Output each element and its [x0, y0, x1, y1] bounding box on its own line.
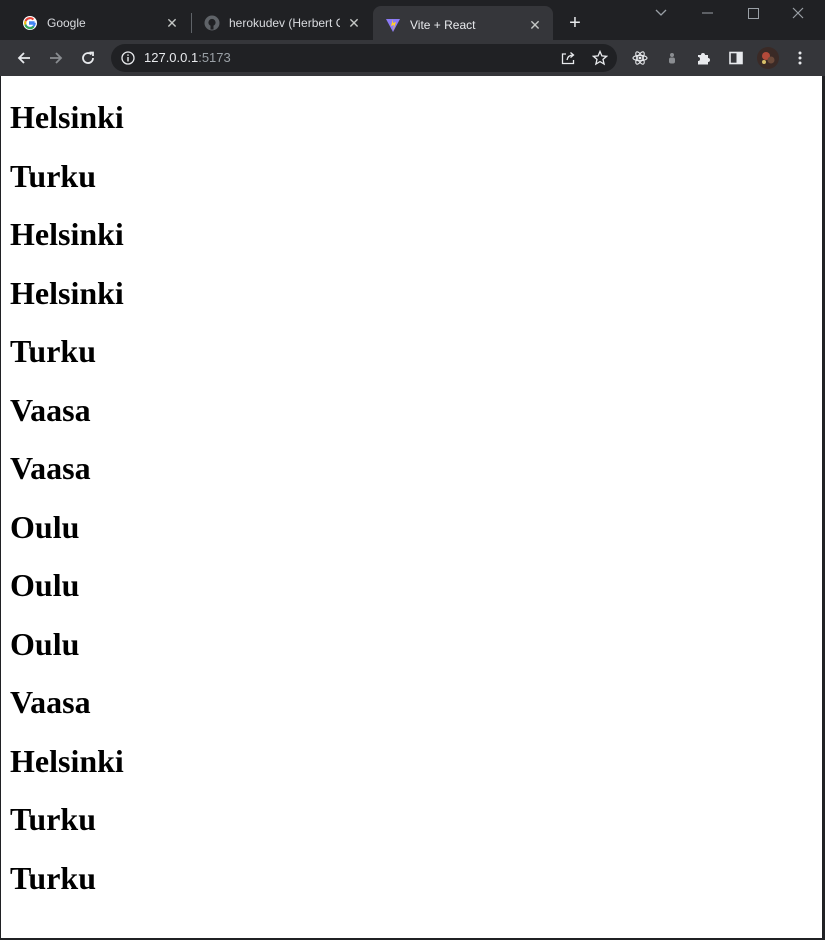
address-bar[interactable]: 127.0.0.1:5173 — [111, 44, 617, 72]
city-heading: Helsinki — [10, 99, 124, 135]
react-devtools-icon[interactable] — [628, 46, 652, 70]
city-heading: Vaasa — [10, 684, 91, 720]
city-heading: Vaasa — [10, 391, 91, 428]
tab-github[interactable]: herokudev (Herbert O ✕ — [192, 6, 372, 40]
city-heading: Helsinki — [10, 742, 124, 779]
city-heading: Oulu — [10, 567, 80, 603]
url-text: 127.0.0.1:5173 — [144, 50, 231, 65]
city-list: Helsinki Turku Helsinki Helsinki Turku V… — [1, 76, 822, 907]
avatar[interactable] — [756, 46, 780, 70]
city-heading: Helsinki — [10, 274, 124, 311]
minimize-icon[interactable] — [687, 0, 727, 26]
bookmark-star-icon[interactable] — [591, 49, 609, 66]
city-heading: Helsinki — [10, 216, 124, 252]
city-heading: Oulu — [10, 508, 80, 545]
city-heading: Vaasa — [10, 450, 91, 486]
tab-title: Google — [47, 16, 86, 30]
more-menu-icon[interactable] — [788, 46, 812, 70]
city-heading: Oulu — [10, 625, 80, 662]
new-tab-button[interactable]: + — [563, 11, 587, 35]
tab-title: Vite + React — [410, 18, 476, 32]
window-close-icon[interactable] — [778, 0, 818, 26]
close-icon[interactable]: ✕ — [527, 17, 543, 33]
city-heading: Turku — [10, 333, 96, 369]
url-host: 127.0.0.1 — [144, 50, 199, 65]
site-info-icon[interactable] — [121, 51, 135, 65]
maximize-icon[interactable] — [733, 0, 773, 26]
tab-strip: Google ✕ herokudev (Herbert O ✕ Vite + R… — [0, 0, 825, 44]
back-icon[interactable] — [12, 46, 36, 70]
page-content: Helsinki Turku Helsinki Helsinki Turku V… — [1, 76, 822, 938]
share-icon[interactable] — [560, 50, 576, 66]
close-icon[interactable]: ✕ — [346, 15, 362, 31]
browser-toolbar: 127.0.0.1:5173 — [0, 40, 825, 76]
city-heading: Turku — [10, 157, 96, 194]
forward-icon[interactable] — [44, 46, 68, 70]
tab-google[interactable]: Google ✕ — [10, 6, 190, 40]
tab-search-icon[interactable] — [641, 0, 681, 26]
browser-window: Google ✕ herokudev (Herbert O ✕ Vite + R… — [0, 0, 825, 940]
github-icon — [204, 15, 220, 31]
tab-vite-react[interactable]: Vite + React ✕ — [373, 6, 553, 44]
city-heading: Turku — [10, 859, 96, 896]
extension-icon[interactable] — [660, 46, 684, 70]
google-icon — [22, 15, 38, 31]
close-icon[interactable]: ✕ — [164, 15, 180, 31]
extensions-puzzle-icon[interactable] — [692, 46, 716, 70]
tab-title: herokudev (Herbert O — [229, 16, 340, 30]
reload-icon[interactable] — [76, 46, 100, 70]
side-panel-icon[interactable] — [724, 46, 748, 70]
vite-icon — [385, 17, 401, 33]
city-heading: Turku — [10, 801, 96, 837]
url-port: :5173 — [198, 50, 231, 65]
